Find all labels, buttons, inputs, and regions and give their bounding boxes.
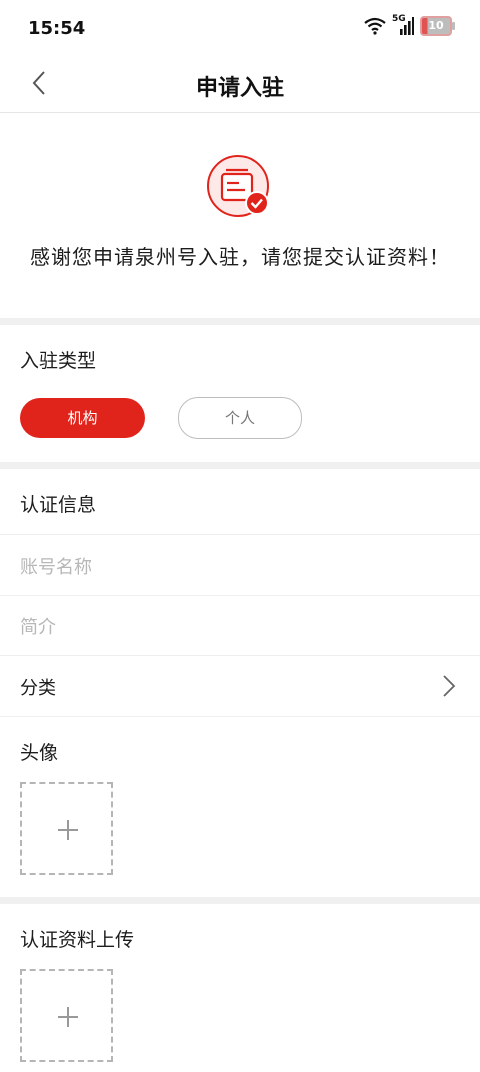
signal-bars-icon [400, 17, 414, 35]
status-icons: 5G 10 [364, 14, 455, 36]
cert-info-title: 认证信息 [20, 494, 97, 516]
entry-type-title: 入驻类型 [20, 350, 97, 372]
account-name-field[interactable]: 账号名称 [0, 534, 480, 596]
page-title: 申请入驻 [195, 76, 284, 101]
avatar-label: 头像 [20, 742, 59, 764]
intro-banner: 感谢您申请泉州号入驻，请您提交认证资料！ [0, 113, 480, 318]
signal-indicator: 5G [392, 14, 414, 35]
section-divider [0, 897, 480, 904]
application-document-icon [207, 155, 269, 217]
wifi-icon [364, 17, 386, 35]
plus-icon [58, 820, 78, 840]
avatar-upload-button[interactable] [20, 782, 113, 875]
plus-icon [58, 1007, 78, 1027]
battery-indicator: 10 [420, 16, 455, 36]
category-label: 分类 [20, 678, 56, 699]
section-divider [0, 462, 480, 469]
navigation-bar: 申请入驻 [0, 56, 480, 113]
entry-type-organization-button[interactable]: 机构 [20, 398, 145, 438]
category-selector[interactable]: 分类 [0, 656, 480, 717]
account-name-placeholder: 账号名称 [20, 557, 92, 578]
cert-upload-title: 认证资料上传 [20, 929, 135, 951]
entry-type-individual-button[interactable]: 个人 [178, 397, 302, 439]
status-time: 15:54 [28, 18, 86, 39]
intro-placeholder: 简介 [20, 617, 56, 638]
cert-document-upload-button[interactable] [20, 969, 113, 1062]
status-bar: 15:54 5G 10 [0, 0, 480, 56]
welcome-message: 感谢您申请泉州号入驻，请您提交认证资料！ [30, 245, 450, 269]
section-divider [0, 318, 480, 325]
chevron-right-icon [443, 675, 456, 697]
intro-field[interactable]: 简介 [0, 595, 480, 656]
